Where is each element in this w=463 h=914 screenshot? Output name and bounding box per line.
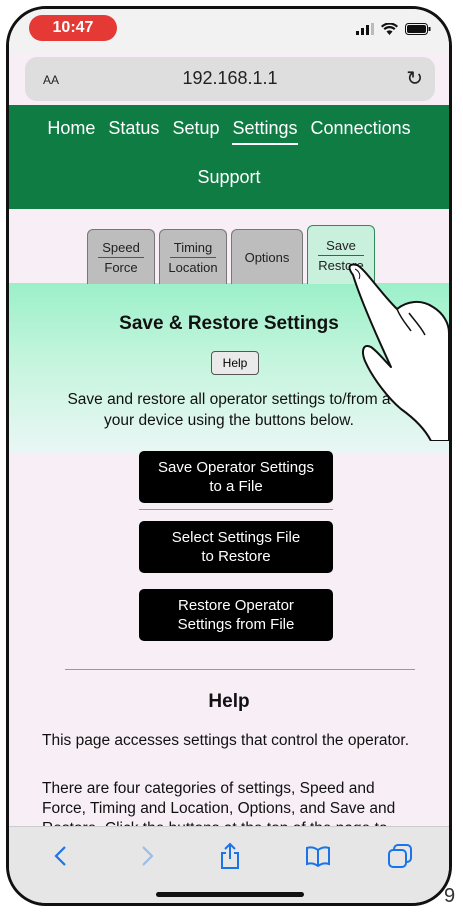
address-bar[interactable]: AA 192.168.1.1 ↻ xyxy=(25,57,435,101)
browser-toolbar xyxy=(9,826,449,903)
share-icon[interactable] xyxy=(215,841,245,871)
tab-timing-location[interactable]: Timing Location xyxy=(159,229,227,284)
button-divider xyxy=(139,509,333,510)
wifi-icon xyxy=(381,22,398,40)
pointing-hand-icon xyxy=(348,263,449,441)
back-icon[interactable] xyxy=(45,841,75,871)
top-nav: Home Status Setup Settings Connections S… xyxy=(9,105,449,209)
home-indicator[interactable] xyxy=(156,892,304,897)
edge-text: 9 xyxy=(444,885,456,907)
select-settings-file-button[interactable]: Select Settings File to Restore xyxy=(139,521,333,573)
status-time: 10:47 xyxy=(29,15,117,41)
nav-support[interactable]: Support xyxy=(9,167,449,188)
battery-icon xyxy=(405,22,431,40)
tab-options[interactable]: Options xyxy=(231,229,303,284)
help-button[interactable]: Help xyxy=(211,351,259,375)
phone-frame: 10:47 AA 192.168.1.1 ↻ Home Status Setup… xyxy=(6,6,452,906)
nav-home[interactable]: Home xyxy=(47,118,95,145)
signal-icon xyxy=(356,22,374,40)
nav-setup[interactable]: Setup xyxy=(172,118,219,145)
tab-speed-force[interactable]: Speed Force xyxy=(87,229,155,284)
tabs-icon[interactable] xyxy=(385,841,415,871)
reload-icon[interactable]: ↻ xyxy=(406,66,423,91)
nav-status[interactable]: Status xyxy=(108,118,159,145)
forward-icon[interactable] xyxy=(133,841,163,871)
nav-settings[interactable]: Settings xyxy=(232,118,298,145)
status-icons xyxy=(356,22,431,40)
url-text[interactable]: 192.168.1.1 xyxy=(25,68,435,89)
help-heading: Help xyxy=(208,691,250,712)
nav-connections[interactable]: Connections xyxy=(311,118,411,145)
restore-settings-button[interactable]: Restore Operator Settings from File xyxy=(139,589,333,641)
settings-tabs: Speed Force Timing Location Options Save… xyxy=(87,225,375,284)
save-settings-button[interactable]: Save Operator Settings to a File xyxy=(139,451,333,503)
bookmarks-icon[interactable] xyxy=(303,841,333,871)
section-divider xyxy=(65,669,415,670)
status-bar: 10:47 xyxy=(9,9,449,53)
help-paragraph-1: This page accesses settings that control… xyxy=(42,732,410,749)
